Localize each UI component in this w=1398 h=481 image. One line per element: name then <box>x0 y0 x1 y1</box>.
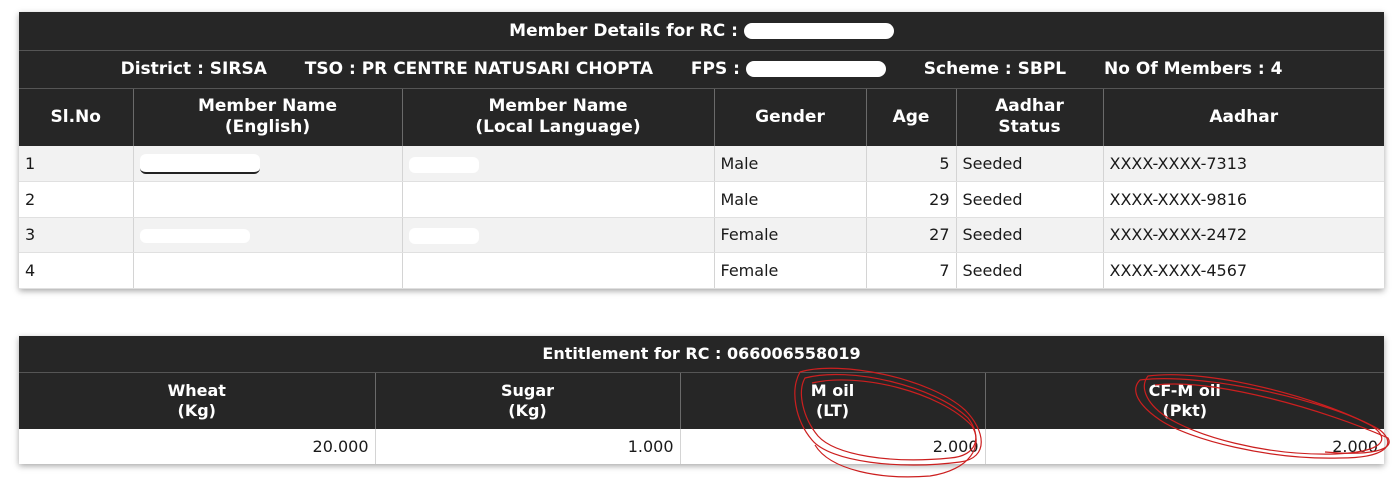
redacted-name <box>408 227 479 244</box>
redacted-name <box>408 263 469 280</box>
member-details-table: Member Details for RC : District : SIRSA… <box>19 12 1385 289</box>
cell-slno: 2 <box>19 181 134 218</box>
col-header-wheat: Wheat (Kg) <box>19 372 376 429</box>
cell-aadhar-status: Seeded <box>956 217 1104 253</box>
cell-name-local-redacted <box>402 217 715 253</box>
cell-name-local-redacted <box>402 252 715 289</box>
cell-age: 29 <box>866 181 957 218</box>
cell-aadhar-status: Seeded <box>956 181 1104 218</box>
member-info: District : SIRSA TSO : PR CENTRE NATUSAR… <box>19 50 1385 89</box>
redacted-name <box>139 228 250 243</box>
table-row: 20.000 1.000 2.000 2.000 <box>19 429 1384 464</box>
cell-name-english-redacted <box>133 252 403 289</box>
cell-slno: 4 <box>19 252 134 289</box>
cell-aadhar: XXXX-XXXX-2472 <box>1103 217 1385 253</box>
col-header-aadhar-status: Aadhar Status <box>956 88 1104 146</box>
member-column-headers: Sl.No Member Name (English) Member Name (L… <box>19 88 1385 146</box>
member-details-panel: Member Details for RC : District : SIRSA… <box>19 12 1385 289</box>
cell-aadhar: XXXX-XXXX-9816 <box>1103 181 1385 218</box>
cell-name-local-redacted <box>402 181 715 218</box>
col-header-age: Age <box>866 88 957 146</box>
cell-gender: Male <box>714 146 867 182</box>
member-table-title-row: Member Details for RC : <box>19 12 1385 51</box>
cell-name-english-redacted <box>133 217 403 253</box>
col-header-sugar: Sugar (Kg) <box>375 372 681 429</box>
cell-aadhar-status: Seeded <box>956 252 1104 289</box>
redacted-name <box>139 193 200 208</box>
fps-label: FPS : <box>690 59 740 79</box>
table-row: 1 Male 5 Seeded XXXX-XXXX-7313 <box>19 146 1385 182</box>
redacted-name <box>139 264 230 279</box>
cell-gender: Female <box>714 252 867 289</box>
cell-aadhar: XXXX-XXXX-7313 <box>1103 146 1385 182</box>
table-row: 2 Male 29 Seeded XXXX-XXXX-9816 <box>19 181 1385 218</box>
entitlement-table: Entitlement for RC : 066006558019 Wheat(… <box>19 336 1384 464</box>
cell-name-english-redacted <box>133 146 403 182</box>
members-count-label: No Of Members : 4 <box>1104 59 1283 79</box>
redacted-name <box>408 192 479 209</box>
redacted-name <box>139 153 260 174</box>
col-header-m-oil: M oil (LT) <box>680 372 986 429</box>
cell-age: 27 <box>866 217 957 253</box>
redacted-rc-number <box>743 22 894 39</box>
entitlement-panel: Entitlement for RC : 066006558019 Wheat(… <box>19 336 1384 464</box>
cell-wheat-value: 20.000 <box>19 429 376 464</box>
cell-age: 7 <box>866 252 957 289</box>
col-header-name-english: Member Name (English) <box>133 88 403 146</box>
redacted-fps-number <box>745 61 886 77</box>
cell-age: 5 <box>866 146 957 182</box>
col-header-gender: Gender <box>714 88 867 146</box>
cell-m-oil-value: 2.000 <box>680 429 986 464</box>
entitlement-title-row: Entitlement for RC : 066006558019 <box>19 336 1384 373</box>
col-header-slno: Sl.No <box>19 88 134 146</box>
cell-gender: Male <box>714 181 867 218</box>
table-row: 4 Female 7 Seeded XXXX-XXXX-4567 <box>19 252 1385 289</box>
cell-aadhar: XXXX-XXXX-4567 <box>1103 252 1385 289</box>
cell-sugar-value: 1.000 <box>375 429 681 464</box>
tso-label: TSO : PR CENTRE NATUSARI CHOPTA <box>304 59 653 79</box>
entitlement-title: Entitlement for RC : 066006558019 <box>19 336 1384 373</box>
cell-slno: 3 <box>19 217 134 253</box>
col-header-aadhar: Aadhar <box>1103 88 1385 146</box>
member-table-title-text: Member Details for RC : <box>509 20 738 41</box>
redacted-name <box>408 156 479 173</box>
district-label: District : SIRSA <box>120 59 267 79</box>
col-header-name-local: Member Name (Local Language) <box>402 88 715 146</box>
cell-name-english-redacted <box>133 181 403 218</box>
cell-name-local-redacted <box>402 146 715 182</box>
member-table-title: Member Details for RC : <box>19 12 1385 51</box>
col-header-cf-m-oil: CF-M oil (Pkt) <box>985 372 1384 429</box>
scheme-label: Scheme : SBPL <box>923 59 1067 79</box>
cell-aadhar-status: Seeded <box>956 146 1104 182</box>
cell-cf-m-oil-value: 2.000 <box>985 429 1384 464</box>
table-row: 3 Female 27 Seeded XXXX-XXXX-2472 <box>19 217 1385 253</box>
entitlement-column-headers: Wheat (Kg) Sugar (Kg) M oil (LT) CF-M oil (P… <box>19 372 1384 429</box>
member-info-row: District : SIRSA TSO : PR CENTRE NATUSAR… <box>19 50 1385 89</box>
cell-slno: 1 <box>19 146 134 182</box>
cell-gender: Female <box>714 217 867 253</box>
